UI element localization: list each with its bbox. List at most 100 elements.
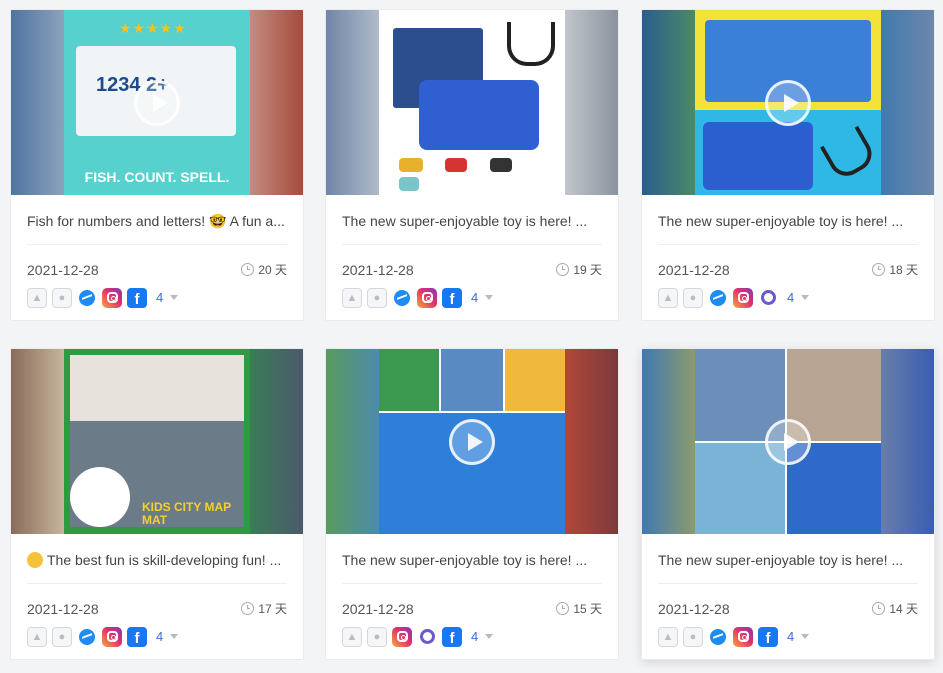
days-ago: 15 天 [556, 600, 602, 617]
toy-track-image [419, 80, 539, 150]
chevron-down-icon[interactable] [170, 634, 179, 639]
media-blur-right [879, 349, 934, 534]
post-description[interactable]: The best fun is skill-developing fun! ..… [27, 550, 287, 570]
android-icon[interactable]: ▲ [27, 287, 47, 308]
post-media[interactable] [326, 349, 618, 534]
chevron-down-icon[interactable] [485, 634, 494, 639]
instagram-icon[interactable] [733, 626, 753, 647]
media-blur-left [642, 349, 697, 534]
days-ago-text: 18 天 [889, 263, 918, 277]
instagram-icon[interactable] [417, 287, 437, 308]
magnet-icon [819, 125, 879, 183]
apple-icon[interactable]: ● [683, 287, 703, 308]
post-card[interactable]: The new super-enjoyable toy is here! ...… [325, 348, 619, 660]
platform-count[interactable]: 4 [156, 290, 163, 305]
platform-count[interactable]: 4 [787, 629, 794, 644]
facebook-icon[interactable]: f [442, 287, 462, 308]
post-description[interactable]: The new super-enjoyable toy is here! ... [658, 550, 918, 570]
platform-count[interactable]: 4 [156, 629, 163, 644]
post-date: 2021-12-28 [27, 601, 99, 617]
android-icon[interactable]: ▲ [27, 626, 47, 647]
android-icon[interactable]: ▲ [658, 287, 678, 308]
divider [658, 244, 918, 245]
thumb-caption: KIDS CITY MAP MAT [142, 500, 231, 527]
post-description[interactable]: The new super-enjoyable toy is here! ... [658, 211, 918, 231]
divider [342, 244, 602, 245]
platform-count[interactable]: 4 [471, 290, 478, 305]
post-media[interactable] [642, 10, 934, 195]
instagram-icon[interactable] [102, 626, 122, 647]
post-thumbnail: KIDS CITY MAP MAT [64, 349, 250, 534]
play-button[interactable] [134, 79, 180, 126]
media-blur-left [326, 10, 381, 195]
chevron-down-icon[interactable] [170, 295, 179, 300]
post-date: 2021-12-28 [27, 262, 99, 278]
media-blur-right [879, 10, 934, 195]
days-ago-text: 14 天 [889, 602, 918, 616]
post-thumbnail [379, 10, 565, 195]
facebook-icon[interactable]: f [442, 626, 462, 647]
facebook-icon[interactable]: f [758, 626, 778, 647]
post-description[interactable]: Fish for numbers and letters! 🤓 A fun a.… [27, 211, 287, 231]
post-media[interactable]: ★★★★★ 1234 2+ FISH. COUNT. SPELL. [11, 10, 303, 195]
community-ring-icon[interactable] [417, 627, 437, 647]
divider [342, 583, 602, 584]
chevron-down-icon[interactable] [801, 634, 810, 639]
toy-closeup-bottom [703, 122, 813, 190]
post-media[interactable]: KIDS CITY MAP MAT [11, 349, 303, 534]
post-media[interactable] [326, 10, 618, 195]
platform-icons: ▲ ● 4 [658, 287, 918, 308]
platform-icons: ▲ ● f 4 [342, 626, 602, 647]
play-button[interactable] [765, 79, 811, 126]
chevron-down-icon[interactable] [801, 295, 810, 300]
play-button[interactable] [765, 418, 811, 465]
apple-icon[interactable]: ● [52, 626, 72, 647]
facebook-icon[interactable]: f [127, 626, 147, 647]
facebook-icon[interactable]: f [127, 287, 147, 308]
days-ago: 18 天 [872, 261, 918, 278]
messenger-icon[interactable] [77, 288, 97, 308]
apple-icon[interactable]: ● [683, 626, 703, 647]
post-media[interactable] [642, 349, 934, 534]
messenger-icon[interactable] [708, 288, 728, 308]
post-description[interactable]: The new super-enjoyable toy is here! ... [342, 211, 602, 231]
clock-icon [556, 263, 570, 276]
messenger-icon[interactable] [708, 627, 728, 647]
instagram-icon[interactable] [733, 287, 753, 308]
messenger-icon[interactable] [77, 627, 97, 647]
magnet-icon [507, 22, 555, 66]
room-photo [70, 355, 244, 421]
post-date: 2021-12-28 [342, 601, 414, 617]
media-blur-right [563, 10, 618, 195]
community-ring-icon[interactable] [758, 288, 778, 308]
post-card[interactable]: The new super-enjoyable toy is here! ...… [641, 9, 935, 321]
play-button[interactable] [449, 418, 495, 465]
apple-icon[interactable]: ● [52, 287, 72, 308]
android-icon[interactable]: ▲ [342, 287, 362, 308]
platform-count[interactable]: 4 [471, 629, 478, 644]
clock-icon [241, 602, 255, 615]
apple-icon[interactable]: ● [367, 626, 387, 647]
toy-cars-image [399, 158, 539, 191]
platform-icons: ▲ ● f 4 [27, 626, 287, 647]
apple-icon[interactable]: ● [367, 287, 387, 308]
post-card[interactable]: The new super-enjoyable toy is here! ...… [325, 9, 619, 321]
instagram-icon[interactable] [102, 287, 122, 308]
smile-emoji-icon [27, 552, 43, 568]
post-card[interactable]: ★★★★★ 1234 2+ FISH. COUNT. SPELL. Fish f… [10, 9, 304, 321]
post-card[interactable]: The new super-enjoyable toy is here! ...… [641, 348, 935, 660]
media-blur-right [248, 349, 303, 534]
android-icon[interactable]: ▲ [658, 626, 678, 647]
post-card[interactable]: KIDS CITY MAP MAT The best fun is skill-… [10, 348, 304, 660]
instagram-icon[interactable] [392, 626, 412, 647]
divider [27, 583, 287, 584]
messenger-icon[interactable] [392, 288, 412, 308]
post-grid: ★★★★★ 1234 2+ FISH. COUNT. SPELL. Fish f… [0, 0, 943, 673]
android-icon[interactable]: ▲ [342, 626, 362, 647]
post-description[interactable]: The new super-enjoyable toy is here! ... [342, 550, 602, 570]
post-description-text: The best fun is skill-developing fun! ..… [47, 552, 282, 568]
days-ago: 19 天 [556, 261, 602, 278]
platform-count[interactable]: 4 [787, 290, 794, 305]
clock-icon [872, 263, 886, 276]
chevron-down-icon[interactable] [485, 295, 494, 300]
